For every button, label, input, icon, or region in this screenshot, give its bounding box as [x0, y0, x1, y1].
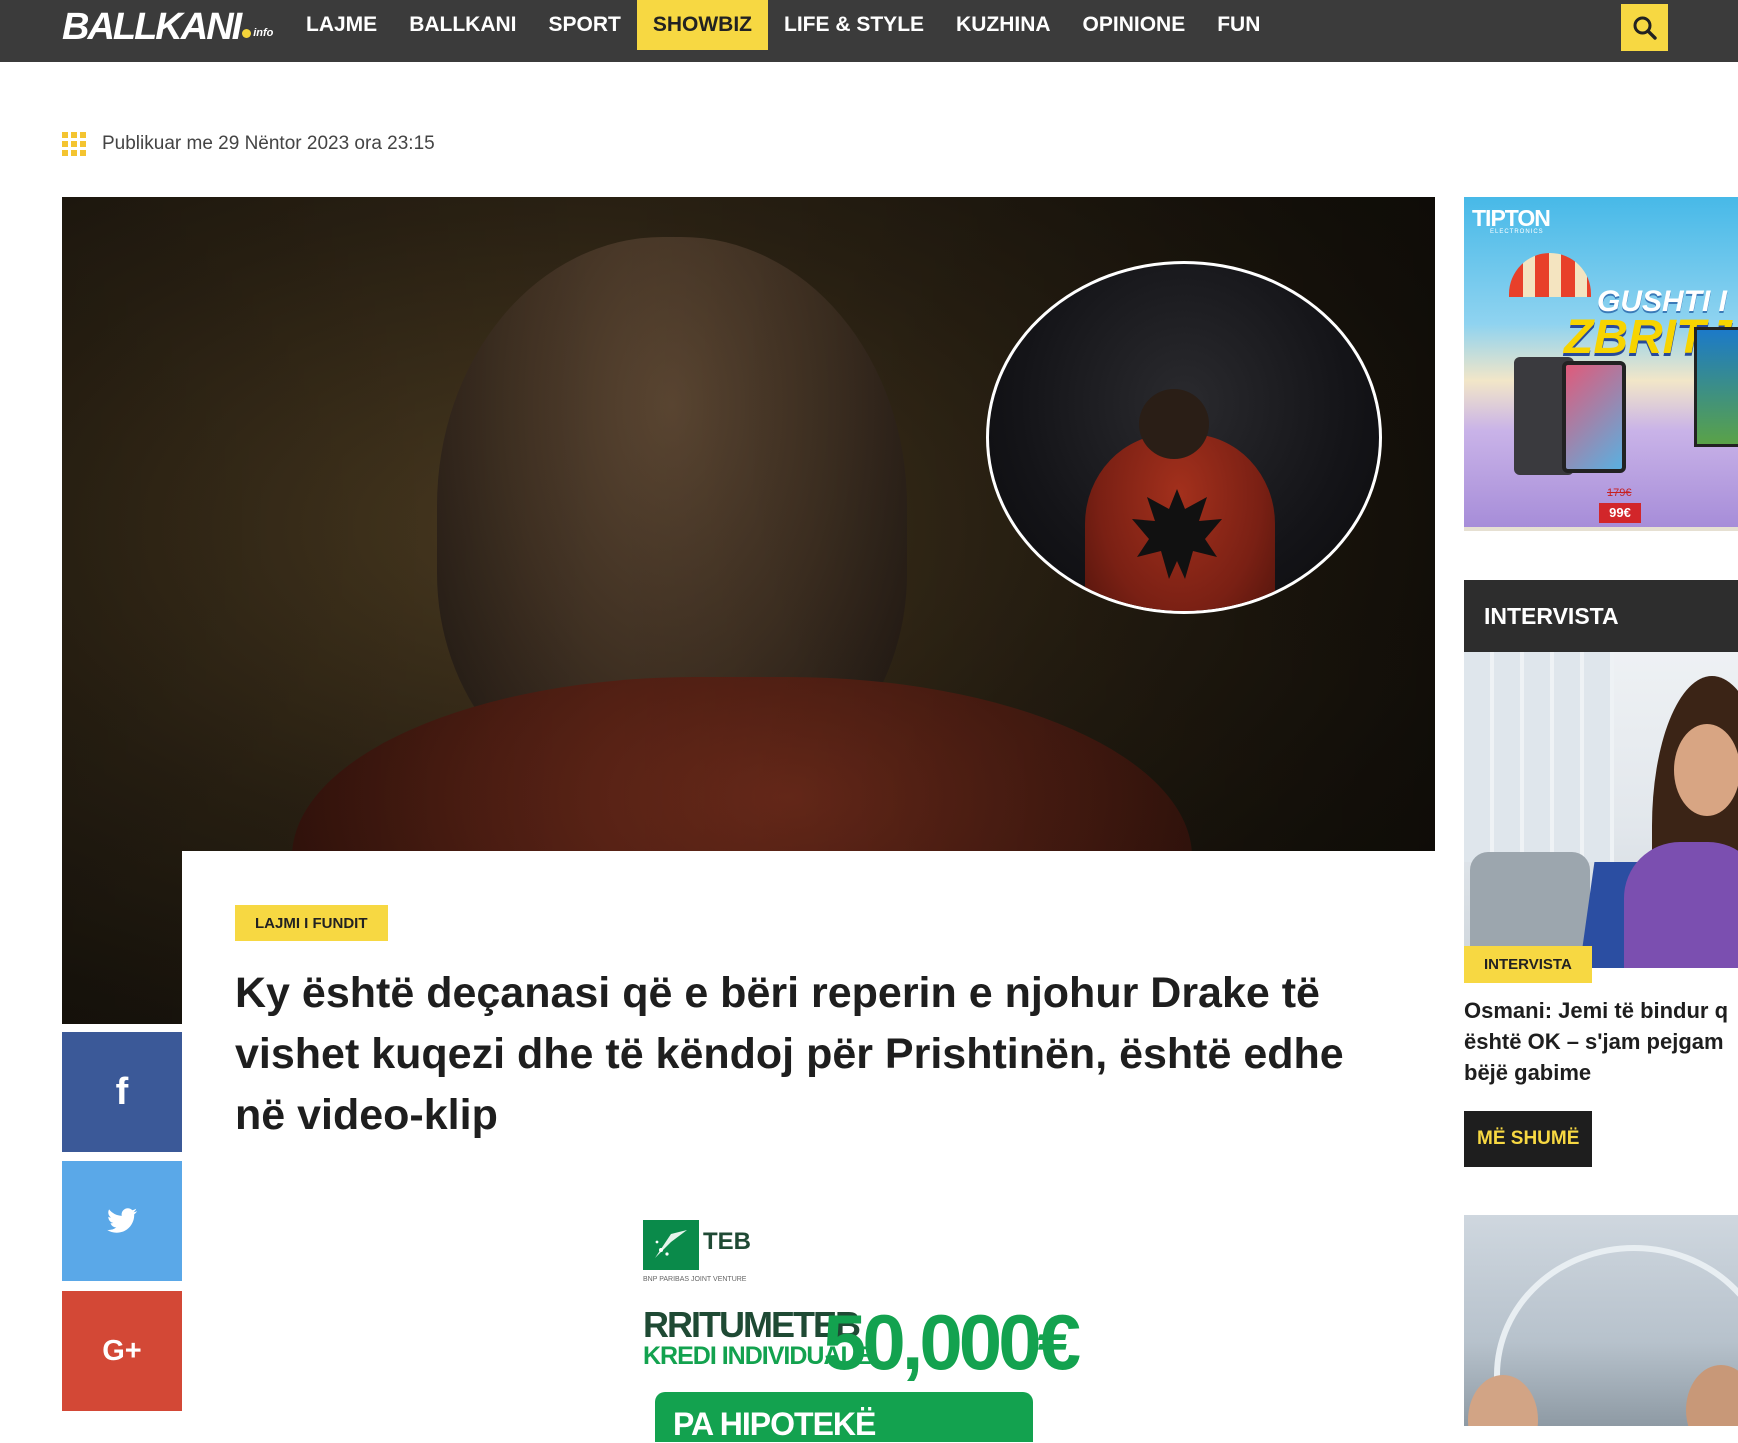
sidebar-title-line: është OK – s'jam pejgam [1464, 1029, 1724, 1054]
old-price: 179€ [1607, 487, 1632, 499]
facebook-share-button[interactable]: f [62, 1032, 182, 1152]
search-icon [1633, 16, 1657, 40]
publish-date: Publikuar me 29 Nëntor 2023 ora 23:15 [102, 133, 435, 154]
nav-item-sport[interactable]: SPORT [533, 0, 637, 50]
tipton-logo-sub: ELECTRONICS [1490, 229, 1544, 235]
google-plus-icon: G+ [102, 1334, 142, 1367]
teb-logo [643, 1220, 699, 1270]
article-headline: Ky është deçanasi që e bëri reperin e nj… [235, 963, 1425, 1146]
nav-item-ballkani[interactable]: BALLKANI [393, 0, 532, 50]
twitter-share-button[interactable] [62, 1161, 182, 1281]
grid-icon [62, 132, 86, 156]
sidebar-title-line: bëjë gabime [1464, 1060, 1592, 1085]
teb-advertisement[interactable]: TEB BNP PARIBAS JOINT VENTURE RRITUMETEB… [643, 1220, 1081, 1442]
sidebar-title-line: Osmani: Jemi të bindur q [1464, 998, 1729, 1023]
headline-line: Ky është deçanasi që e bëri reperin e nj… [235, 969, 1320, 1017]
teb-name: TEB [703, 1228, 751, 1255]
price-badge: 99€ [1599, 503, 1641, 523]
google-plus-share-button[interactable]: G+ [62, 1291, 182, 1411]
main-menu: LAJME BALLKANI SPORT SHOWBIZ LIFE & STYL… [290, 0, 1276, 50]
headline-line: vishet kuqezi dhe të këndoj për Prishtin… [235, 1030, 1344, 1078]
nav-item-opinione[interactable]: OPINIONE [1067, 0, 1202, 50]
nav-item-lajme[interactable]: LAJME [290, 0, 393, 50]
publish-info: Publikuar me 29 Nëntor 2023 ora 23:15 [62, 132, 435, 156]
teb-band-text: PA HIPOTEKË [673, 1406, 876, 1442]
nav-item-showbiz[interactable]: SHOWBIZ [636, 0, 769, 50]
sidebar-section-title: INTERVISTA [1464, 580, 1738, 652]
tablet-screen-graphic [1562, 361, 1626, 473]
top-navigation-bar: BALLKANI info LAJME BALLKANI SPORT SHOWB… [0, 0, 1738, 62]
headline-line: në video-klip [235, 1091, 498, 1139]
search-button[interactable] [1621, 4, 1668, 51]
teb-amount: 50,000€ [823, 1298, 1081, 1386]
facebook-icon: f [115, 1070, 129, 1113]
logo-suffix: info [253, 27, 274, 39]
eagle-icon [1132, 489, 1222, 579]
more-button[interactable]: MË SHUMË [1464, 1111, 1593, 1167]
category-tag[interactable]: LAJMI I FUNDIT [235, 905, 388, 941]
tipton-logo: TIPTON [1472, 205, 1551, 231]
star-logo-icon [655, 1230, 687, 1258]
sidebar-second-image[interactable] [1464, 1215, 1738, 1426]
sidebar-article-image[interactable] [1464, 652, 1738, 968]
teb-band: PA HIPOTEKË [655, 1392, 1033, 1442]
site-logo[interactable]: BALLKANI info [62, 4, 273, 50]
logo-dot [242, 29, 252, 38]
sidebar-article-title[interactable]: Osmani: Jemi të bindur q është OK – s'ja… [1464, 995, 1738, 1088]
hero-inset-circle [986, 261, 1382, 614]
article-card: LAJMI I FUNDIT Ky është deçanasi që e bë… [182, 851, 1435, 1442]
sidebar-category-tag[interactable]: INTERVISTA [1464, 946, 1592, 983]
umbrella-graphic [1509, 253, 1591, 297]
logo-text: BALLKANI [62, 6, 242, 48]
tipton-advertisement[interactable]: TIPTON ELECTRONICS GUSHTI I ZBRITJE 179€… [1464, 197, 1738, 531]
teb-subtitle: BNP PARIBAS JOINT VENTURE [643, 1276, 747, 1283]
tv-graphic [1694, 327, 1738, 447]
nav-item-life-style[interactable]: LIFE & STYLE [768, 0, 940, 50]
twitter-icon [107, 1208, 138, 1233]
nav-item-kuzhina[interactable]: KUZHINA [940, 0, 1067, 50]
nav-item-fun[interactable]: FUN [1201, 0, 1276, 50]
